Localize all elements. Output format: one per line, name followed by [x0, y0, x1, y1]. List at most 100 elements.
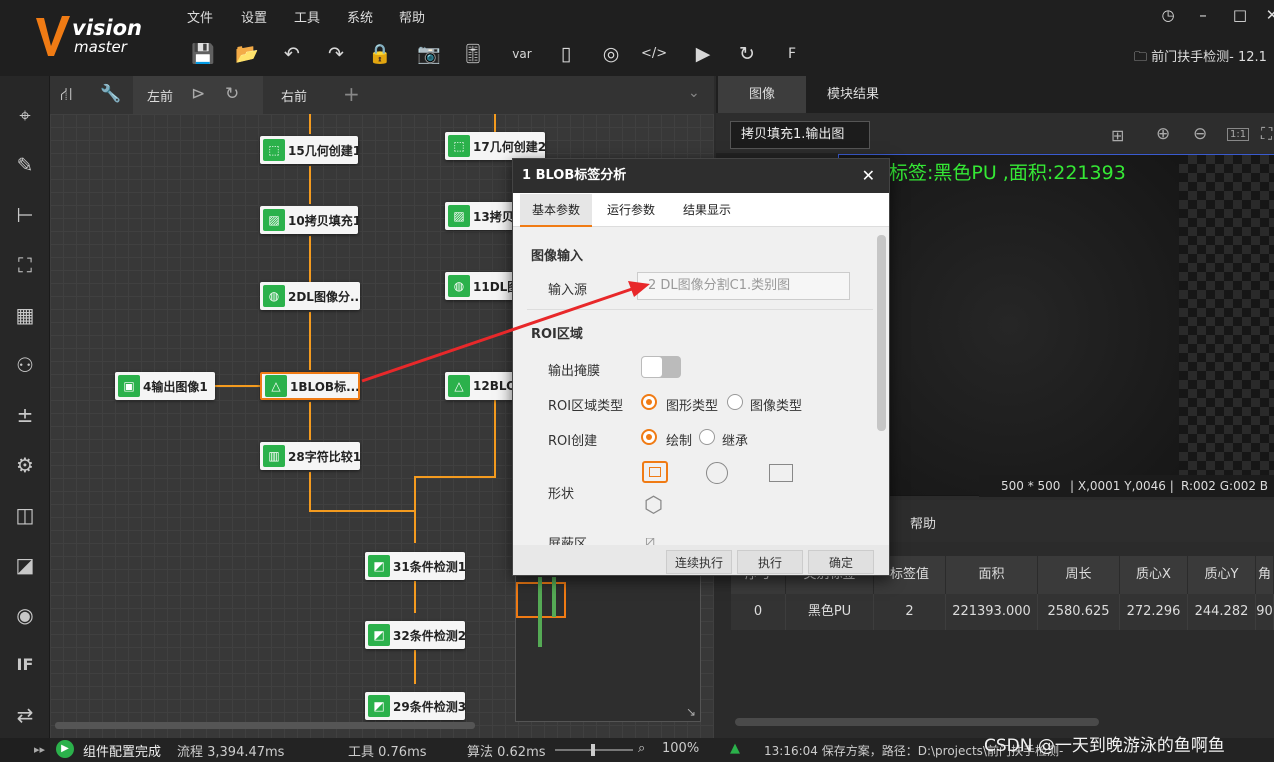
- wrench-icon[interactable]: 🔧: [100, 84, 121, 104]
- logic-if-icon[interactable]: IF: [10, 650, 40, 680]
- node-2-dl-segment[interactable]: ◍ 2DL图像分...: [260, 282, 360, 310]
- node-15-geometry-create[interactable]: ⬚ 15几何创建1: [260, 136, 358, 164]
- camera-icon[interactable]: 📷: [416, 42, 442, 66]
- shape-polygon-icon[interactable]: ⬡: [644, 495, 663, 517]
- minimize-icon[interactable]: –: [1193, 6, 1213, 26]
- table-cell[interactable]: 0: [731, 594, 786, 630]
- continuous-run-button[interactable]: 连续执行: [666, 550, 732, 574]
- sliders-icon[interactable]: 🎚: [460, 42, 486, 66]
- close-window-icon[interactable]: ✕: [1262, 6, 1274, 26]
- fill-icon[interactable]: ◪: [10, 550, 40, 580]
- menu-tools[interactable]: 工具: [294, 7, 320, 26]
- tab-left-front[interactable]: 左前 ⊳ ↻: [133, 76, 263, 114]
- node-12-blob[interactable]: △ 12BLO: [445, 372, 515, 400]
- roi-type-shape-radio[interactable]: [641, 394, 657, 410]
- flow-tree-icon[interactable]: ⛙: [60, 84, 73, 108]
- node-32-condition-check[interactable]: ◩ 32条件检测2: [365, 621, 465, 649]
- tab-help[interactable]: 帮助: [910, 513, 936, 532]
- locate-icon[interactable]: ⌖: [10, 100, 40, 130]
- table-cell[interactable]: 90: [1256, 594, 1274, 630]
- measure-icon[interactable]: ⊢: [10, 200, 40, 230]
- variable-icon[interactable]: var: [509, 42, 535, 66]
- minimap[interactable]: ↘: [515, 566, 701, 722]
- table-cell[interactable]: 244.282: [1188, 594, 1256, 630]
- shape-circle-icon[interactable]: [706, 462, 728, 484]
- ok-button[interactable]: 确定: [808, 550, 874, 574]
- maximize-icon[interactable]: □: [1230, 6, 1250, 26]
- image-viewer[interactable]: 标签:黑色PU ,面积:221393 500 * 500 | X,0001 Y,…: [838, 154, 1274, 497]
- menu-help[interactable]: 帮助: [399, 7, 425, 26]
- run-loop-icon[interactable]: ↻: [734, 42, 760, 66]
- menu-settings[interactable]: 设置: [241, 7, 267, 26]
- tab-basic-params[interactable]: 基本参数: [520, 194, 592, 227]
- dialog-title-bar[interactable]: 1 BLOB标签分析 ✕: [513, 159, 889, 193]
- grid-icon[interactable]: ⊞: [1111, 126, 1124, 145]
- table-cell[interactable]: 272.296: [1120, 594, 1188, 630]
- node-31-condition-check[interactable]: ◩ 31条件检测1: [365, 552, 465, 580]
- table-scrollbar[interactable]: [735, 718, 1099, 726]
- tab-image[interactable]: 图像: [718, 76, 806, 113]
- node-10-copy-fill[interactable]: ▨ 10拷贝填充1: [260, 206, 358, 234]
- roi-create-inherit-radio[interactable]: [699, 429, 715, 445]
- node-1-blob-selected[interactable]: △ 1BLOB标...: [260, 372, 360, 400]
- undo-icon[interactable]: ↶: [279, 42, 305, 66]
- tab-right-front[interactable]: 右前: [265, 76, 335, 114]
- horizontal-scrollbar[interactable]: [55, 722, 475, 729]
- calibrate-icon[interactable]: ▦: [10, 300, 40, 330]
- recognize-icon[interactable]: ⛶: [10, 250, 40, 280]
- table-cell[interactable]: 黑色PU: [786, 594, 874, 630]
- input-source-field[interactable]: 2 DL图像分割C1.类别图: [637, 272, 850, 300]
- tab-module-result[interactable]: 模块结果: [808, 76, 898, 113]
- image-process-icon[interactable]: ⚙: [10, 450, 40, 480]
- zoom-slider[interactable]: [555, 744, 633, 756]
- node-11-dl[interactable]: ◍ 11DL图: [445, 272, 515, 300]
- output-mask-toggle[interactable]: [641, 356, 681, 378]
- add-tab-button[interactable]: +: [343, 82, 360, 106]
- chevron-down-icon[interactable]: ⌄: [688, 85, 700, 101]
- zoom-out-icon[interactable]: ⊖: [1193, 124, 1207, 144]
- tab-run-params[interactable]: 运行参数: [595, 194, 667, 227]
- shape-rect-selected-icon[interactable]: [642, 461, 668, 483]
- flow-f-icon[interactable]: F: [779, 42, 805, 66]
- roi-create-draw-radio[interactable]: [641, 429, 657, 445]
- open-folder-icon[interactable]: 📂: [234, 42, 260, 66]
- node-17-geometry-create[interactable]: ⬚ 17几何创建2: [445, 132, 545, 160]
- resize-corner-icon[interactable]: ↘: [686, 705, 696, 719]
- network-icon[interactable]: ⚇: [10, 350, 40, 380]
- fit-icon[interactable]: ⛶: [1261, 124, 1272, 144]
- run-flow-icon[interactable]: ⊳: [191, 84, 205, 104]
- menu-file[interactable]: 文件: [187, 7, 213, 26]
- play-status-icon[interactable]: ▶: [56, 740, 74, 758]
- redo-icon[interactable]: ↷: [323, 42, 349, 66]
- node-4-output-image[interactable]: ▣ 4输出图像1: [115, 372, 215, 400]
- calculate-icon[interactable]: ±: [10, 400, 40, 430]
- zoom-slider-thumb[interactable]: [591, 744, 595, 756]
- lock-icon[interactable]: 🔒: [367, 42, 393, 66]
- zoom-in-icon[interactable]: ⊕: [1156, 124, 1170, 144]
- table-cell[interactable]: 2: [874, 594, 946, 630]
- globe-settings-icon[interactable]: ◎: [598, 42, 624, 66]
- search-zoom-icon[interactable]: ⌕: [638, 741, 645, 756]
- image-edit-icon[interactable]: ✎: [10, 150, 40, 180]
- device-icon[interactable]: ▯: [553, 42, 579, 66]
- table-cell[interactable]: 221393.000: [946, 594, 1038, 630]
- node-29-condition-check[interactable]: ◩ 29条件检测3: [365, 692, 465, 720]
- project-title[interactable]: 🗀 前门扶手检测- 12.1: [1134, 46, 1267, 70]
- clock-icon[interactable]: ◷: [1158, 6, 1178, 26]
- script-icon[interactable]: </>: [641, 42, 667, 66]
- node-13-copy[interactable]: ▨ 13拷贝: [445, 202, 515, 230]
- tab-result-display[interactable]: 结果显示: [671, 194, 743, 227]
- menu-system[interactable]: 系统: [347, 7, 373, 26]
- roi-type-image-radio[interactable]: [727, 394, 743, 410]
- node-28-string-compare[interactable]: ▥ 28字符比较1: [260, 442, 360, 470]
- loop-flow-icon[interactable]: ↻: [225, 84, 239, 104]
- shape-rectangle-icon[interactable]: [769, 464, 793, 482]
- run-button[interactable]: 执行: [737, 550, 803, 574]
- table-cell[interactable]: 2580.625: [1038, 594, 1120, 630]
- dialog-close-icon[interactable]: ✕: [862, 159, 875, 193]
- expand-toolbox-icon[interactable]: ▸▸: [0, 738, 50, 762]
- actual-size-icon[interactable]: 1:1: [1227, 128, 1250, 141]
- save-icon[interactable]: 💾: [190, 42, 216, 66]
- communication-icon[interactable]: ⇄: [10, 700, 40, 730]
- dialog-scrollbar[interactable]: [877, 235, 886, 431]
